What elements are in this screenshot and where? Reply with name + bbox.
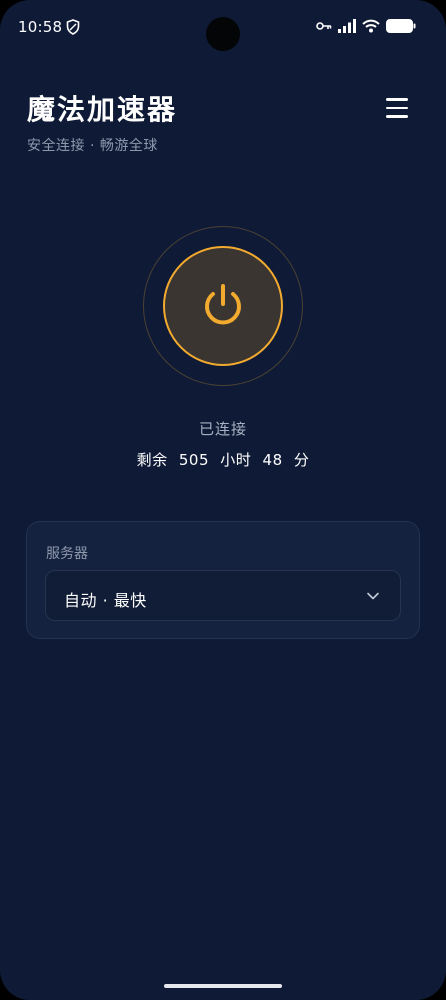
hamburger-menu-icon[interactable] [382,94,412,122]
home-indicator[interactable] [164,984,282,988]
connection-status: 已连接 [198,420,247,438]
front-camera [206,17,240,51]
server-select[interactable]: 自动 · 最快 [45,570,401,621]
wifi-icon [362,19,380,33]
app-screen: 10:58 魔法加速器 安全连接 · 畅游全球 已连接 剩余 505 小时 48… [0,0,446,1000]
shield-icon [66,19,80,35]
remaining-time: 剩余 505 小时 48 分 [136,451,310,469]
server-selected-value: 自动 · 最快 [64,591,147,610]
power-icon [205,284,241,325]
status-time: 10:58 [18,18,63,36]
app-subtitle: 安全连接 · 畅游全球 [27,138,158,154]
status-icons [316,19,416,33]
server-label: 服务器 [46,546,88,562]
chevron-down-icon [367,592,379,600]
app-title: 魔法加速器 [27,93,178,126]
server-card: 服务器 自动 · 最快 [26,521,420,639]
signal-icon [338,19,356,33]
status-bar: 10:58 [0,0,446,56]
vpn-key-icon [316,22,332,30]
power-button[interactable] [163,246,283,366]
battery-icon [386,19,416,33]
